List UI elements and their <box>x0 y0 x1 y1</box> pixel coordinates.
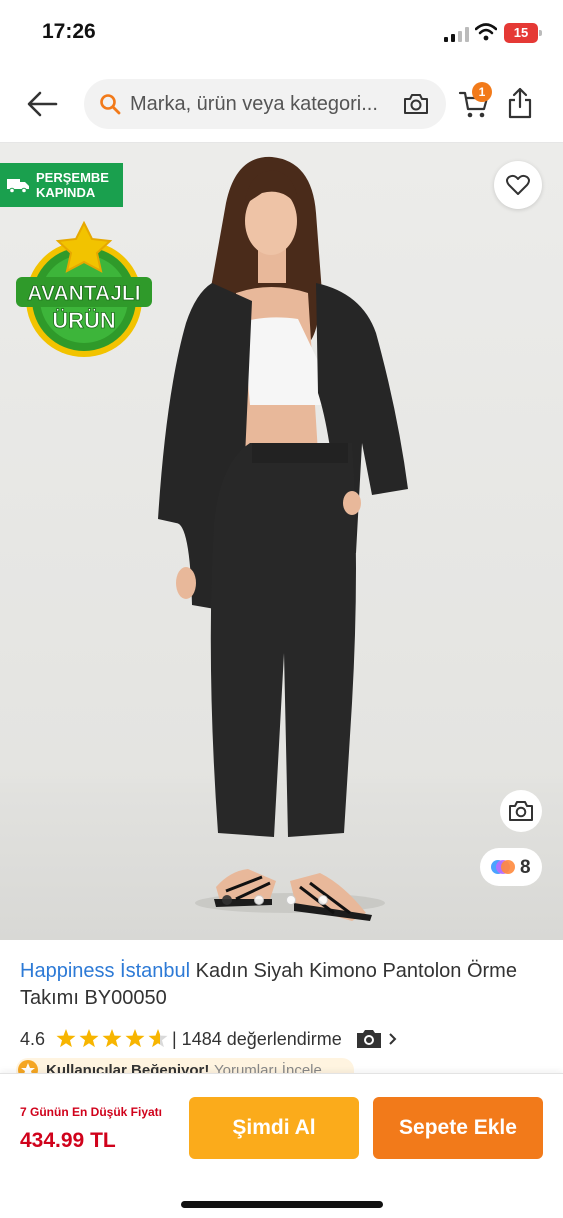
pagination-dot[interactable] <box>286 895 296 905</box>
camera-icon[interactable] <box>402 92 430 116</box>
app-header: Marka, ürün veya kategori... 1 <box>0 66 563 143</box>
product-price: 434.99 TL <box>20 1129 116 1152</box>
camera-search-icon <box>509 801 533 821</box>
back-arrow-icon[interactable] <box>24 86 60 122</box>
wifi-icon <box>475 23 497 41</box>
pagination-dot[interactable] <box>318 895 328 905</box>
star-icon <box>125 1029 145 1048</box>
delivery-badge-line2: KAPINDA <box>36 185 96 200</box>
battery-icon: 15 <box>504 23 542 43</box>
photo-count: 8 <box>520 857 531 878</box>
home-indicator[interactable] <box>181 1201 383 1208</box>
star-icon <box>79 1029 99 1048</box>
share-icon[interactable] <box>506 86 534 120</box>
star-icon <box>102 1029 122 1048</box>
product-title: Happiness İstanbul Kadın Siyah Kimono Pa… <box>20 958 545 1012</box>
star-icon <box>148 1029 168 1048</box>
purchase-bar: 7 Günün En Düşük Fiyatı 434.99 TL Şimdi … <box>0 1073 563 1218</box>
pagination-dot[interactable] <box>254 895 264 905</box>
delivery-day-badge: PERŞEMBE KAPINDA <box>0 163 123 207</box>
review-count: | 1484 değerlendirme <box>172 1029 342 1049</box>
lowest-price-label: 7 Günün En Düşük Fiyatı <box>20 1105 163 1119</box>
star-icon <box>56 1029 76 1048</box>
visual-search-button[interactable] <box>500 790 542 832</box>
cart-count-badge: 1 <box>472 82 492 102</box>
advantage-product-badge: AVANTAJLI ÜRÜN <box>16 221 152 357</box>
add-to-cart-button[interactable]: Sepete Ekle <box>373 1097 543 1159</box>
advantage-badge-line1: AVANTAJLI <box>27 282 140 305</box>
search-bar[interactable]: Marka, ürün veya kategori... <box>84 79 446 129</box>
buy-now-button[interactable]: Şimdi Al <box>189 1097 359 1159</box>
chevron-right-icon <box>389 1033 397 1045</box>
heart-icon <box>506 174 530 195</box>
favorite-button[interactable] <box>494 161 542 209</box>
image-pagination-dots <box>222 895 342 907</box>
truck-icon <box>7 179 29 194</box>
rating-value: 4.6 <box>20 1029 46 1049</box>
status-time: 17:26 <box>42 20 96 43</box>
pagination-dot[interactable] <box>222 895 232 905</box>
delivery-badge-line1: PERŞEMBE <box>36 170 109 185</box>
signal-icon <box>444 27 470 42</box>
rating-stars <box>56 1029 168 1048</box>
color-circles-icon <box>491 860 515 874</box>
product-image-gallery[interactable]: PERŞEMBE KAPINDA AVANTAJLI ÜRÜN 8 <box>0 143 563 940</box>
status-bar: 17:26 15 <box>0 0 563 66</box>
photo-review-icon <box>357 1030 381 1048</box>
advantage-badge-line2: ÜRÜN <box>52 308 116 333</box>
brand-link[interactable]: Happiness İstanbul <box>20 960 190 982</box>
photo-gallery-count-button[interactable]: 8 <box>480 848 542 886</box>
search-icon <box>100 94 121 115</box>
search-input[interactable]: Marka, ürün veya kategori... <box>130 93 398 116</box>
